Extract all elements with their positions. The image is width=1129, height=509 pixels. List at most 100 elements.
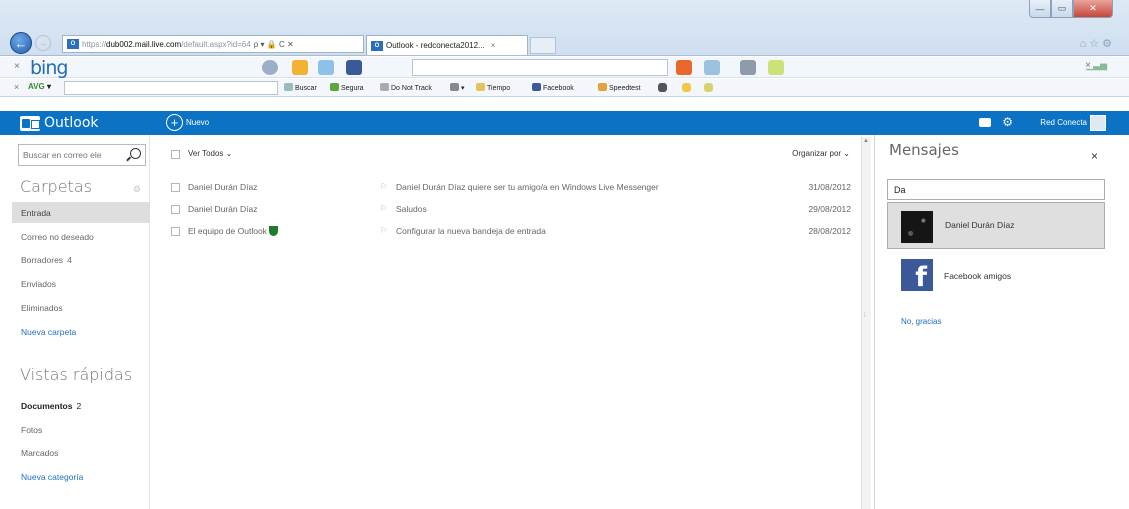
- secure-shield-icon: [330, 83, 339, 91]
- window-controls: — ▭ ✕: [1029, 0, 1113, 18]
- avg-facebook-button[interactable]: Facebook: [532, 83, 574, 92]
- avg-secure-button[interactable]: Segura: [330, 83, 364, 92]
- mail-search-box[interactable]: [18, 144, 146, 166]
- folder-deleted[interactable]: Eliminados: [12, 297, 150, 318]
- folders-settings-icon[interactable]: ⚙: [133, 184, 141, 195]
- note-icon[interactable]: [682, 83, 691, 92]
- tab-favicon-icon: O: [371, 40, 383, 51]
- row-checkbox[interactable]: [171, 183, 180, 192]
- new-category-link[interactable]: Nueva categoría: [12, 466, 150, 487]
- bing-logo: bing: [30, 57, 68, 79]
- outlook-header: Outlook + Nuevo ⚙ Red Conecta: [0, 111, 1129, 135]
- maps-icon[interactable]: [318, 60, 334, 75]
- avg-item-label: Do Not Track: [391, 85, 432, 92]
- messaging-pane: Mensajes × Daniel Durán Díaz f Facebook …: [874, 135, 1112, 509]
- row-checkbox[interactable]: [171, 205, 180, 214]
- back-button[interactable]: ←: [10, 32, 32, 54]
- address-bar[interactable]: O https://dub002.mail.live.com/default.a…: [62, 35, 364, 53]
- new-folder-link[interactable]: Nueva carpeta: [12, 321, 150, 342]
- scroll-up-arrow-icon[interactable]: ▲: [863, 138, 869, 144]
- facebook-icon: f: [901, 259, 933, 291]
- folder-label: Borradores: [21, 254, 64, 265]
- user-name[interactable]: Red Conecta: [1040, 118, 1087, 127]
- bing-toolbar-close-icon[interactable]: ×: [14, 61, 20, 72]
- avg-logo[interactable]: AVG ▾: [28, 82, 51, 91]
- maximize-button[interactable]: ▭: [1051, 0, 1073, 18]
- weather-icon: [476, 83, 485, 91]
- bing-search-input[interactable]: [412, 59, 668, 76]
- search-input[interactable]: [23, 150, 133, 160]
- quick-view-count: 2: [76, 400, 82, 411]
- messenger-icon[interactable]: [740, 60, 756, 75]
- quick-view-label: Marcados: [21, 447, 59, 458]
- quick-view-flagged[interactable]: Marcados: [12, 442, 150, 463]
- avatar[interactable]: [1090, 115, 1106, 131]
- scroll-grip-icon[interactable]: ⁞: [864, 313, 866, 319]
- quick-view-documents[interactable]: Documentos 2: [12, 395, 150, 416]
- like-icon[interactable]: [704, 60, 720, 75]
- hotmail-icon[interactable]: [676, 60, 692, 75]
- avg-weather-button[interactable]: Tiempo: [476, 83, 510, 92]
- avg-search-input[interactable]: [64, 81, 278, 95]
- scrollbar[interactable]: ▲ ⁞: [861, 137, 871, 509]
- chat-icon[interactable]: [979, 118, 991, 127]
- table-row[interactable]: Daniel Durán Díaz ⚐ Saludos 29/08/2012: [158, 199, 860, 220]
- flag-icon[interactable]: ⚐: [380, 182, 387, 191]
- search-icon[interactable]: [130, 148, 141, 159]
- new-tab-button[interactable]: [530, 37, 556, 54]
- avg-speedtest-button[interactable]: Speedtest: [598, 83, 641, 92]
- bing-toolbar: × bing × ▁▃▅: [0, 57, 1129, 79]
- contact-search-input[interactable]: [887, 179, 1105, 200]
- new-message-button[interactable]: + Nuevo: [166, 114, 209, 131]
- avg-search-button[interactable]: Buscar: [284, 83, 317, 92]
- row-subject: Daniel Durán Díaz quiere ser tu amigo/a …: [396, 182, 659, 192]
- facebook-friends-label: Facebook amigos: [944, 271, 1012, 281]
- avg-menu-button[interactable]: ▾: [450, 83, 465, 92]
- tab-close-icon[interactable]: ×: [491, 41, 496, 50]
- close-icon[interactable]: ×: [1091, 149, 1098, 163]
- folder-junk[interactable]: Correo no deseado: [12, 226, 150, 247]
- calendar-icon[interactable]: [658, 83, 667, 92]
- window-close-button[interactable]: ✕: [1073, 0, 1113, 18]
- folder-sent[interactable]: Enviados: [12, 273, 150, 294]
- facebook-friends-item[interactable]: f Facebook amigos: [887, 256, 1105, 296]
- table-row[interactable]: Daniel Durán Díaz ⚐ Daniel Durán Díaz qu…: [158, 177, 860, 198]
- folder-inbox[interactable]: Entrada: [12, 202, 150, 223]
- folder-drafts[interactable]: Borradores 4: [12, 249, 150, 270]
- facebook-toolbar-icon[interactable]: [346, 60, 362, 75]
- settings-gear-icon[interactable]: ⚙: [1002, 116, 1013, 128]
- minimize-button[interactable]: —: [1029, 0, 1051, 18]
- contact-suggestion[interactable]: Daniel Durán Díaz: [887, 202, 1105, 249]
- row-sender-wrap: El equipo de Outlook: [188, 226, 278, 236]
- folder-label: Correo no deseado: [21, 231, 94, 242]
- flag-icon[interactable]: ⚐: [380, 204, 387, 213]
- avg-close-icon[interactable]: ×: [14, 82, 19, 92]
- no-thanks-link[interactable]: No, gracias: [901, 317, 941, 326]
- url-prefix: https://: [82, 39, 107, 49]
- address-bar-icons[interactable]: ρ ▾ 🔒 C ✕: [254, 40, 294, 49]
- sparkle-icon[interactable]: [768, 60, 784, 75]
- weather-icon[interactable]: [292, 60, 308, 75]
- forward-button[interactable]: →: [35, 35, 51, 51]
- browser-tab-outlook[interactable]: O Outlook - redconecta2012... ×: [366, 35, 528, 55]
- browser-tools-icons[interactable]: ⌂☆⚙: [1080, 37, 1115, 50]
- view-all-filter[interactable]: Ver Todos ⌄: [188, 149, 232, 158]
- flag-icon[interactable]: ⚐: [380, 226, 387, 235]
- sort-by-dropdown[interactable]: Organizar por ⌄: [792, 149, 850, 158]
- avg-do-not-track-button[interactable]: Do Not Track: [380, 83, 432, 92]
- contact-name: Daniel Durán Díaz: [945, 220, 1015, 230]
- globe-icon[interactable]: [262, 60, 278, 75]
- verified-shield-icon: [268, 226, 278, 236]
- address-url[interactable]: https://dub002.mail.live.com/default.asp…: [82, 40, 251, 49]
- row-checkbox[interactable]: [171, 227, 180, 236]
- select-all-checkbox[interactable]: [171, 150, 180, 159]
- quick-view-photos[interactable]: Fotos: [12, 419, 150, 440]
- table-row[interactable]: El equipo de Outlook ⚐ Configurar la nue…: [158, 221, 860, 242]
- message-list-header: Ver Todos ⌄ Organizar por ⌄: [158, 144, 860, 164]
- outlook-logo[interactable]: Outlook: [20, 115, 99, 131]
- folder-label: Enviados: [21, 278, 56, 289]
- avatar: [901, 211, 933, 243]
- tool-icon[interactable]: [704, 83, 713, 92]
- message-list: Ver Todos ⌄ Organizar por ⌄ Daniel Durán…: [158, 135, 860, 509]
- row-subject: Configurar la nueva bandeja de entrada: [396, 226, 546, 236]
